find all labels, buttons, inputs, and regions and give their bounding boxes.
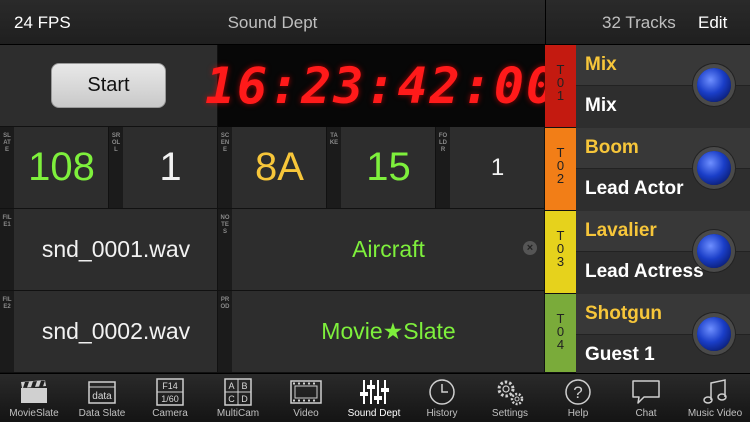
notes-value: Aircraft bbox=[352, 236, 425, 262]
take-value: 15 bbox=[366, 145, 411, 189]
track-id-strip: T 0 3 bbox=[545, 211, 576, 293]
tab-bar: MovieSlate data Data Slate F14 1/60 Camer… bbox=[0, 373, 750, 422]
file2-tag: FILE2 bbox=[2, 297, 12, 310]
tab-label: Chat bbox=[635, 408, 657, 419]
multicam-icon-b: B bbox=[241, 381, 247, 391]
start-button[interactable]: Start bbox=[51, 63, 166, 108]
camera-icon-top-text: F14 bbox=[162, 381, 178, 391]
clock-icon bbox=[408, 378, 476, 406]
page-title: Sound Dept bbox=[227, 13, 318, 32]
gears-icon bbox=[476, 378, 544, 406]
camera-icon-bottom-text: 1/60 bbox=[161, 394, 179, 404]
file1-field[interactable]: FILE1 snd_0001.wav bbox=[0, 209, 218, 291]
prod-value: Movie★Slate bbox=[321, 318, 456, 344]
folder-field[interactable]: FOLDR 1 bbox=[436, 127, 545, 209]
svg-text:?: ? bbox=[573, 383, 582, 402]
arm-button-icon[interactable] bbox=[697, 234, 731, 268]
timecode-value: 16:23:42:00 bbox=[204, 57, 559, 115]
take-tag: TAKE bbox=[329, 133, 339, 146]
sliders-icon bbox=[340, 378, 408, 406]
scene-tag: SCENE bbox=[220, 133, 230, 153]
clapperboard-icon bbox=[0, 378, 68, 406]
arm-button-icon[interactable] bbox=[697, 317, 731, 351]
file1-tag: FILE1 bbox=[2, 215, 12, 228]
timecode-display[interactable]: 16:23:42:00 bbox=[205, 45, 556, 127]
tab-multicam[interactable]: ABCD MultiCam bbox=[204, 374, 272, 422]
track-id: T 0 2 bbox=[556, 145, 565, 186]
tab-settings[interactable]: Settings bbox=[476, 374, 544, 422]
tab-label: Camera bbox=[152, 408, 188, 419]
sroll-value: 1 bbox=[159, 145, 182, 189]
tab-label: MultiCam bbox=[216, 408, 260, 419]
slate-field[interactable]: SLATE 108 bbox=[0, 127, 109, 209]
tab-sound-dept[interactable]: Sound Dept bbox=[340, 374, 408, 422]
help-icon: ? bbox=[544, 378, 612, 406]
tab-chat[interactable]: Chat bbox=[612, 374, 680, 422]
tab-label: Data Slate bbox=[78, 408, 126, 419]
track-id-strip: T 0 1 bbox=[545, 45, 576, 127]
tab-label: Sound Dept bbox=[347, 408, 401, 419]
camera-settings-icon: F14 1/60 bbox=[136, 378, 204, 406]
multicam-icon: ABCD bbox=[204, 378, 272, 406]
film-icon bbox=[272, 378, 340, 406]
tab-movieslate[interactable]: MovieSlate bbox=[0, 374, 68, 422]
track-id-strip: T 0 4 bbox=[545, 294, 576, 372]
tracks-count-button[interactable]: 32 Tracks bbox=[602, 13, 676, 33]
track-name: Lead Actress bbox=[585, 261, 704, 282]
arm-button-icon[interactable] bbox=[697, 68, 731, 102]
clear-notes-icon[interactable]: × bbox=[523, 241, 537, 255]
sound-roll-field[interactable]: SROLL 1 bbox=[109, 127, 218, 209]
prod-tag: PROD bbox=[220, 297, 230, 310]
scene-value: 8A bbox=[255, 145, 304, 189]
tab-label: Music Video bbox=[687, 408, 743, 419]
track-type: Mix bbox=[585, 54, 617, 75]
tab-label: Help bbox=[567, 408, 589, 419]
multicam-icon-d: D bbox=[241, 394, 248, 404]
track-name: Lead Actor bbox=[585, 178, 684, 199]
multicam-icon-a: A bbox=[228, 381, 234, 391]
tab-label: History bbox=[426, 408, 458, 419]
top-bar: 24 FPS Sound Dept 32 Tracks Edit bbox=[0, 0, 750, 45]
foldr-tag: FOLDR bbox=[438, 133, 448, 153]
track-type: Shotgun bbox=[585, 303, 663, 324]
foldr-value: 1 bbox=[490, 153, 505, 181]
take-field[interactable]: TAKE 15 bbox=[327, 127, 436, 209]
tab-video[interactable]: Video bbox=[272, 374, 340, 422]
track-id: T 0 1 bbox=[556, 62, 565, 103]
file1-value: snd_0001.wav bbox=[41, 236, 191, 262]
tab-history[interactable]: History bbox=[408, 374, 476, 422]
tab-data-slate[interactable]: data Data Slate bbox=[68, 374, 136, 422]
track-name: Mix bbox=[585, 95, 617, 116]
data-icon: data bbox=[68, 378, 136, 406]
sroll-tag: SROLL bbox=[111, 133, 121, 153]
multicam-icon-c: C bbox=[228, 394, 235, 404]
notes-tag: NOTES bbox=[220, 215, 230, 235]
production-field[interactable]: PROD Movie★Slate bbox=[218, 291, 545, 373]
chat-bubble-icon bbox=[612, 378, 680, 406]
slate-value: 108 bbox=[28, 145, 95, 189]
divider bbox=[545, 0, 546, 45]
tab-label: MovieSlate bbox=[9, 408, 59, 419]
track-id: T 0 3 bbox=[556, 228, 565, 269]
tab-music-video[interactable]: Music Video bbox=[680, 374, 750, 422]
music-note-icon bbox=[680, 378, 750, 406]
scene-field[interactable]: SCENE 8A bbox=[218, 127, 327, 209]
track-type: Boom bbox=[585, 137, 639, 158]
edit-button[interactable]: Edit bbox=[698, 13, 727, 33]
data-icon-text: data bbox=[92, 391, 112, 402]
notes-field[interactable]: NOTES Aircraft bbox=[218, 209, 545, 291]
tab-label: Video bbox=[293, 408, 319, 419]
track-name: Guest 1 bbox=[585, 344, 655, 365]
track-id-strip: T 0 2 bbox=[545, 128, 576, 210]
slate-tag: SLATE bbox=[3, 133, 11, 153]
file2-value: snd_0002.wav bbox=[41, 318, 191, 344]
tab-label: Settings bbox=[491, 408, 529, 419]
track-id: T 0 4 bbox=[556, 311, 565, 352]
tab-camera[interactable]: F14 1/60 Camera bbox=[136, 374, 204, 422]
track-type: Lavalier bbox=[585, 220, 657, 241]
tab-help[interactable]: ? Help bbox=[544, 374, 612, 422]
arm-button-icon[interactable] bbox=[697, 151, 731, 185]
file2-field[interactable]: FILE2 snd_0002.wav bbox=[0, 291, 218, 373]
